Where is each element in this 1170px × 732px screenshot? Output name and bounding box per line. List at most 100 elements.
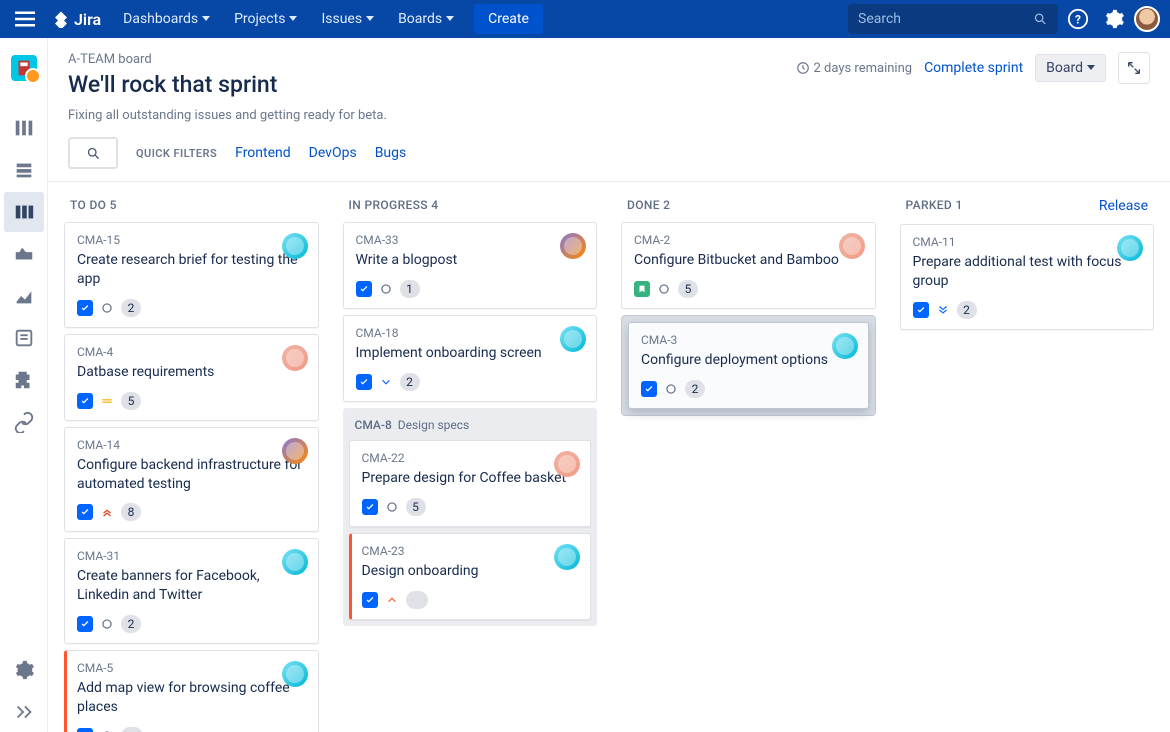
estimate-badge: 2	[957, 301, 977, 319]
assignee-avatar[interactable]	[282, 661, 308, 687]
issue-key[interactable]: CMA-33	[356, 233, 585, 247]
issue-key[interactable]: CMA-3	[641, 333, 856, 347]
assignee-avatar[interactable]	[560, 326, 586, 352]
issue-card[interactable]: CMA-2Configure Bitbucket and Bamboo5	[621, 222, 876, 309]
clock-icon	[796, 61, 810, 75]
issue-title: Create research brief for testing the ap…	[77, 251, 306, 289]
issue-key[interactable]: CMA-5	[77, 661, 306, 675]
issue-card[interactable]: CMA-23 Design onboarding	[349, 533, 592, 620]
filter-devops[interactable]: DevOps	[309, 145, 357, 161]
assignee-avatar[interactable]	[1117, 235, 1143, 261]
issue-title: Write a blogpost	[356, 251, 585, 270]
group-header[interactable]: CMA-8 Design specs	[349, 414, 592, 440]
issue-key[interactable]: CMA-4	[77, 345, 306, 359]
settings-icon[interactable]	[1098, 3, 1130, 35]
estimate-badge-empty	[406, 591, 428, 609]
estimate-badge: 8	[121, 503, 141, 521]
sidebar-releases-icon[interactable]	[4, 234, 44, 274]
search-input[interactable]	[848, 4, 1058, 34]
logo[interactable]: Jira	[52, 10, 101, 29]
issue-key[interactable]: CMA-2	[634, 233, 863, 247]
task-type-icon	[641, 381, 657, 397]
filter-search-button[interactable]	[68, 137, 118, 169]
chevron-down-icon	[289, 16, 297, 25]
complete-sprint-button[interactable]: Complete sprint	[924, 60, 1023, 76]
issue-card[interactable]: CMA-14Configure backend infrastructure f…	[64, 427, 319, 533]
chevron-down-icon	[1087, 65, 1095, 74]
sidebar-components-icon[interactable]	[4, 360, 44, 400]
drop-zone[interactable]: CMA-3Configure deployment options2	[621, 315, 876, 416]
issue-card[interactable]: CMA-4Datbase requirements5	[64, 334, 319, 421]
app-switcher-icon[interactable]	[10, 4, 40, 34]
assignee-avatar[interactable]	[839, 233, 865, 259]
search-field[interactable]	[858, 11, 1033, 27]
nav-issues[interactable]: Issues	[311, 5, 384, 33]
priority-icon	[99, 616, 115, 632]
sidebar-collapse-icon[interactable]	[4, 692, 44, 732]
assignee-avatar[interactable]	[554, 544, 580, 570]
issue-card[interactable]: CMA-5Add map view for browsing coffee pl…	[64, 650, 319, 732]
assignee-avatar[interactable]	[282, 438, 308, 464]
column-title: IN PROGRESS 4	[349, 198, 439, 212]
chevron-down-icon	[366, 16, 374, 25]
board-column: TO DO 5CMA-15Create research brief for t…	[52, 182, 331, 732]
help-icon[interactable]: ?	[1062, 3, 1094, 35]
issue-title: Prepare additional test with focus group	[913, 253, 1142, 291]
estimate-badge: 2	[121, 615, 141, 633]
issue-key[interactable]: CMA-15	[77, 233, 306, 247]
sidebar-board-icon[interactable]	[4, 192, 44, 232]
assignee-avatar[interactable]	[282, 233, 308, 259]
assignee-avatar[interactable]	[560, 233, 586, 259]
issue-card[interactable]: CMA-3Configure deployment options2	[628, 322, 869, 409]
issue-key[interactable]: CMA-18	[356, 326, 585, 340]
issue-key[interactable]: CMA-11	[913, 235, 1142, 249]
task-type-icon	[77, 300, 93, 316]
filter-frontend[interactable]: Frontend	[235, 145, 291, 161]
issue-key[interactable]: CMA-31	[77, 549, 306, 563]
priority-icon	[384, 592, 400, 608]
nav-dashboards-label: Dashboards	[123, 11, 198, 27]
issue-card[interactable]: CMA-31Create banners for Facebook, Linke…	[64, 538, 319, 644]
sidebar-link-icon[interactable]	[4, 402, 44, 442]
release-link[interactable]: Release	[1099, 198, 1148, 214]
sidebar-backlog-icon[interactable]	[4, 108, 44, 148]
column-title: DONE 2	[627, 198, 670, 212]
sidebar-issues-icon[interactable]	[4, 318, 44, 358]
project-icon[interactable]	[4, 48, 44, 88]
sidebar-reports-icon[interactable]	[4, 276, 44, 316]
card-group: CMA-8 Design specsCMA-22Prepare design f…	[343, 408, 598, 626]
issue-card[interactable]: CMA-15 Create research brief for testing …	[64, 222, 319, 328]
side-rail	[0, 38, 48, 732]
chevron-down-icon	[446, 16, 454, 25]
estimate-badge-empty	[121, 727, 143, 732]
nav-dashboards[interactable]: Dashboards	[113, 5, 220, 33]
issue-card[interactable]: CMA-11 Prepare additional test with focus…	[900, 224, 1155, 330]
issue-card[interactable]: CMA-33Write a blogpost1	[343, 222, 598, 309]
assignee-avatar[interactable]	[282, 345, 308, 371]
brand-text: Jira	[74, 10, 101, 29]
issue-card[interactable]: CMA-22Prepare design for Coffee basket5	[349, 440, 592, 527]
filter-bugs[interactable]: Bugs	[375, 145, 407, 161]
top-nav: Jira Dashboards Projects Issues Boards C…	[0, 0, 1170, 38]
view-toggle-label: Board	[1046, 60, 1083, 76]
sidebar-active-icon[interactable]	[4, 150, 44, 190]
priority-icon	[935, 302, 951, 318]
issue-key[interactable]: CMA-23	[362, 544, 579, 558]
issue-title: Design onboarding	[362, 562, 579, 581]
issue-key[interactable]: CMA-14	[77, 438, 306, 452]
issue-card[interactable]: CMA-18Implement onboarding screen2	[343, 315, 598, 402]
estimate-badge: 2	[685, 380, 705, 398]
fullscreen-button[interactable]	[1118, 52, 1150, 84]
nav-projects[interactable]: Projects	[224, 5, 307, 33]
nav-boards[interactable]: Boards	[388, 5, 464, 33]
assignee-avatar[interactable]	[554, 451, 580, 477]
create-button[interactable]: Create	[474, 4, 543, 34]
issue-key[interactable]: CMA-22	[362, 451, 579, 465]
assignee-avatar[interactable]	[282, 549, 308, 575]
view-toggle[interactable]: Board	[1035, 54, 1106, 82]
assignee-avatar[interactable]	[832, 333, 858, 359]
estimate-badge: 2	[121, 299, 141, 317]
priority-icon	[663, 381, 679, 397]
sidebar-settings-icon[interactable]	[4, 650, 44, 690]
user-avatar[interactable]	[1134, 6, 1160, 32]
